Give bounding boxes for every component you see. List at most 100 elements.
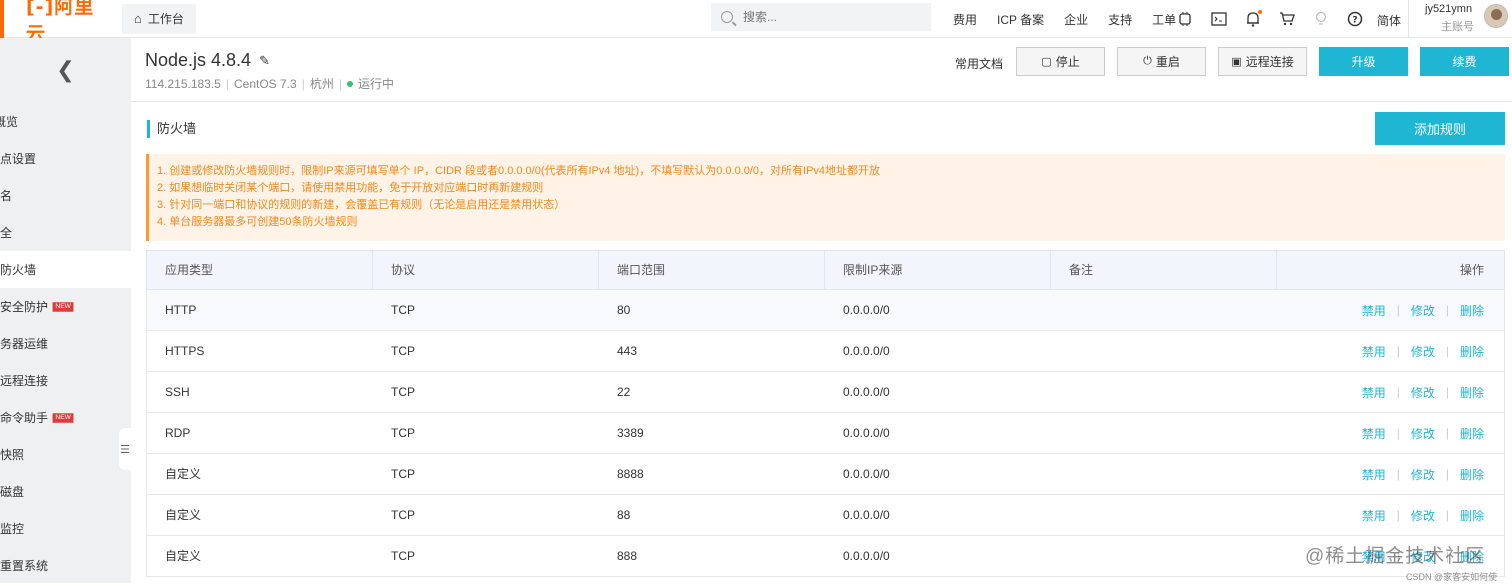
divider: |: [1445, 303, 1449, 317]
cell-note: [1051, 495, 1277, 535]
new-badge: NEW: [52, 301, 74, 312]
sidebar-collapse-handle[interactable]: ☰: [119, 428, 131, 470]
account-type: 主账号: [1441, 21, 1474, 33]
divider: |: [1445, 467, 1449, 481]
sidebar-item-monitor[interactable]: 监控: [0, 510, 131, 547]
cell-port: 8888: [617, 467, 644, 481]
status-badge: 运行中: [357, 77, 394, 91]
cell-ip: 0.0.0.0/0: [843, 344, 890, 358]
delete-button[interactable]: 删除: [1460, 425, 1484, 442]
renew-button[interactable]: 续费: [1420, 47, 1509, 76]
divider: |: [1445, 385, 1449, 399]
cart-icon[interactable]: [1278, 10, 1296, 28]
modify-button[interactable]: 修改: [1411, 343, 1435, 360]
nav-link-ticket[interactable]: 工单: [1152, 11, 1176, 28]
back-arrow-icon[interactable]: ❮: [56, 58, 74, 83]
cell-note: [1051, 454, 1277, 494]
sidebar-item-label: 磁盘: [0, 485, 25, 499]
upgrade-button[interactable]: 升级: [1319, 47, 1408, 76]
new-badge: NEW: [52, 412, 74, 423]
sidebar-item-label: 重置系统: [0, 559, 49, 573]
sidebar-item-remote[interactable]: 远程连接: [0, 362, 131, 399]
sidebar-item-disk[interactable]: 磁盘: [0, 473, 131, 510]
divider: |: [1396, 467, 1400, 481]
delete-button[interactable]: 删除: [1460, 302, 1484, 319]
divider: |: [225, 76, 229, 91]
sidebar-item-domain[interactable]: 域名: [0, 177, 131, 214]
bell-icon[interactable]: [1244, 10, 1262, 28]
nav-link-billing[interactable]: 费用: [953, 11, 977, 28]
sidebar-item-overview[interactable]: 概览: [0, 103, 131, 140]
sidebar: ❮ 概览 站点设置 域名 安全 防火墙 安全防护NEW 服务器运维 远程连接 命…: [0, 38, 131, 583]
delete-button[interactable]: 删除: [1460, 466, 1484, 483]
delete-button[interactable]: 删除: [1460, 507, 1484, 524]
sidebar-item-protection[interactable]: 安全防护 NEW: [0, 288, 131, 325]
language-switch[interactable]: 简体: [1377, 12, 1401, 29]
column-header-note: 备注: [1051, 251, 1277, 289]
cell-ip: 0.0.0.0/0: [843, 426, 890, 440]
delete-button[interactable]: 删除: [1460, 343, 1484, 360]
delete-button[interactable]: 删除: [1460, 384, 1484, 401]
avatar[interactable]: [1484, 4, 1508, 28]
collapse-icon: ☰: [120, 443, 130, 456]
home-icon: ⌂: [134, 11, 142, 26]
section-title: 防火墙: [147, 120, 196, 138]
sidebar-item-server-ops[interactable]: 服务器运维: [0, 325, 131, 362]
cell-ip: 0.0.0.0/0: [843, 508, 890, 522]
cell-port: 80: [617, 303, 631, 317]
instance-ip: 114.215.183.5: [145, 76, 221, 91]
sidebar-item-reset[interactable]: 重置系统: [0, 547, 131, 584]
sidebar-item-label: 命令助手: [0, 411, 49, 425]
edit-icon[interactable]: ✎: [259, 53, 270, 69]
remote-connect-button[interactable]: ▣ 远程连接: [1218, 47, 1307, 76]
disable-button[interactable]: 禁用: [1362, 466, 1386, 483]
restart-button[interactable]: ⏻ 重启: [1117, 47, 1206, 76]
disable-button[interactable]: 禁用: [1362, 384, 1386, 401]
stop-button[interactable]: ▢ 停止: [1016, 47, 1105, 76]
stop-label: 停止: [1055, 55, 1080, 69]
cell-ip: 0.0.0.0/0: [843, 549, 890, 563]
nav-link-support[interactable]: 支持: [1108, 11, 1132, 28]
add-rule-button[interactable]: 添加规则: [1375, 112, 1505, 145]
modify-button[interactable]: 修改: [1411, 384, 1435, 401]
instance-header: Node.js 4.8.4 ✎ 114.215.183.5 | CentOS 7.…: [131, 38, 1512, 102]
modify-button[interactable]: 修改: [1411, 507, 1435, 524]
sidebar-item-command[interactable]: 命令助手 NEW: [0, 399, 131, 436]
help-icon[interactable]: ?: [1346, 10, 1364, 28]
sidebar-item-security[interactable]: 安全: [0, 214, 131, 251]
cell-type: 自定义: [165, 467, 202, 481]
nav-link-enterprise[interactable]: 企业: [1064, 11, 1088, 28]
table-row: 自定义 TCP 888 0.0.0.0/0 禁用 | 修改 | 删除: [146, 536, 1505, 577]
table-header: 应用类型 协议 端口范围 限制IP来源 备注 操作: [146, 250, 1505, 290]
instance-name: Node.js 4.8.4: [145, 50, 252, 70]
page-title: Node.js 4.8.4 ✎: [145, 50, 270, 71]
account-menu[interactable]: jy521ymn 主账号: [1408, 0, 1512, 38]
sidebar-item-firewall[interactable]: 防火墙: [0, 251, 131, 288]
nav-link-icp[interactable]: ICP 备案: [997, 11, 1044, 28]
disable-button[interactable]: 禁用: [1362, 507, 1386, 524]
terminal-icon[interactable]: [1210, 10, 1228, 28]
cell-ip: 0.0.0.0/0: [843, 385, 890, 399]
cell-port: 22: [617, 385, 631, 399]
search-input[interactable]: [743, 10, 903, 24]
modify-button[interactable]: 修改: [1411, 302, 1435, 319]
modify-button[interactable]: 修改: [1411, 425, 1435, 442]
search-box[interactable]: [711, 3, 931, 31]
sidebar-item-snapshot[interactable]: 快照: [0, 436, 131, 473]
aliyun-logo[interactable]: [-]阿里云: [0, 0, 110, 45]
sidebar-item-site-settings[interactable]: 站点设置: [0, 140, 131, 177]
divider: |: [301, 76, 305, 91]
sidebar-item-label: 域名: [0, 189, 13, 203]
modify-button[interactable]: 修改: [1411, 466, 1435, 483]
docs-link[interactable]: 常用文档: [955, 55, 1003, 72]
workbench-button[interactable]: ⌂ 工作台: [122, 3, 196, 34]
divider: |: [1396, 426, 1400, 440]
sidebar-item-label: 站点设置: [0, 152, 37, 166]
chip-icon[interactable]: [1176, 10, 1194, 28]
cell-type: SSH: [165, 385, 190, 399]
disable-button[interactable]: 禁用: [1362, 302, 1386, 319]
disable-button[interactable]: 禁用: [1362, 425, 1386, 442]
divider: |: [1396, 303, 1400, 317]
lightbulb-icon[interactable]: [1312, 10, 1330, 28]
disable-button[interactable]: 禁用: [1362, 343, 1386, 360]
